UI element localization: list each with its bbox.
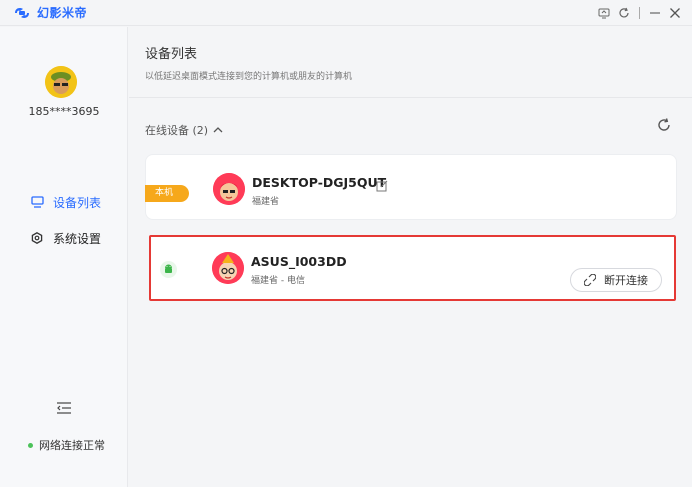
account-number: 185****3695: [28, 105, 100, 118]
local-tag: 本机: [145, 185, 189, 202]
android-icon: [160, 261, 177, 278]
device-avatar: [212, 252, 244, 284]
app-name: 幻影米帝: [37, 6, 88, 20]
network-status: 网络连接正常: [28, 437, 105, 453]
window-controls: [595, 3, 684, 23]
gear-icon: [30, 231, 44, 245]
nav-label: 设备列表: [53, 195, 102, 210]
divider: [639, 7, 640, 19]
network-status-label: 网络连接正常: [39, 439, 105, 452]
refresh-devices-icon[interactable]: [656, 117, 672, 133]
device-avatar: [213, 173, 245, 205]
device-name: ASUS_I003DD: [251, 254, 347, 269]
device-location: 福建省: [252, 197, 280, 207]
monitor-icon: [30, 195, 44, 209]
disconnect-button[interactable]: 断开连接: [570, 268, 662, 292]
app-logo: 幻影米帝: [12, 4, 87, 21]
disconnect-label: 断开连接: [604, 274, 648, 287]
refresh-icon[interactable]: [615, 3, 633, 23]
title-bar: 幻影米帝: [0, 0, 692, 26]
online-devices-label: 在线设备 (2): [145, 124, 209, 137]
avatar[interactable]: [45, 66, 77, 98]
unlink-icon: [584, 274, 596, 286]
device-card-remote[interactable]: ASUS_I003DD 福建省 - 电信 断开连接: [149, 235, 676, 301]
logo-icon: [15, 7, 29, 18]
page-title: 设备列表: [145, 47, 198, 62]
device-name: DESKTOP-DGJ5QUT: [252, 175, 387, 190]
nav-list-2: 系统设置: [0, 228, 128, 248]
screen-icon[interactable]: [595, 3, 613, 23]
close-icon[interactable]: [666, 3, 684, 23]
page-subtitle: 以低延迟桌面模式连接到您的计算机或朋友的计算机: [145, 72, 353, 82]
nav-item-device-list[interactable]: 设备列表: [0, 192, 128, 212]
edit-icon[interactable]: [376, 177, 388, 192]
chevron-up-icon: [213, 127, 223, 133]
online-devices-toggle[interactable]: 在线设备 (2): [145, 122, 224, 138]
device-card-local[interactable]: 本机 DESKTOP-DGJ5QUT 福建省: [145, 154, 677, 220]
divider: [129, 97, 692, 98]
nav-label: 系统设置: [53, 231, 102, 246]
nav-list: 设备列表: [0, 192, 128, 212]
status-dot: [28, 442, 33, 448]
device-location: 福建省 - 电信: [251, 276, 305, 286]
sidebar: 185****3695 设备列表 系统设置 网络连接正常: [0, 27, 128, 487]
main-panel: 设备列表 以低延迟桌面模式连接到您的计算机或朋友的计算机 在线设备 (2) 本机…: [129, 27, 692, 487]
nav-item-settings[interactable]: 系统设置: [0, 228, 128, 248]
minimize-icon[interactable]: [646, 3, 664, 23]
collapse-sidebar-icon[interactable]: [55, 400, 73, 414]
